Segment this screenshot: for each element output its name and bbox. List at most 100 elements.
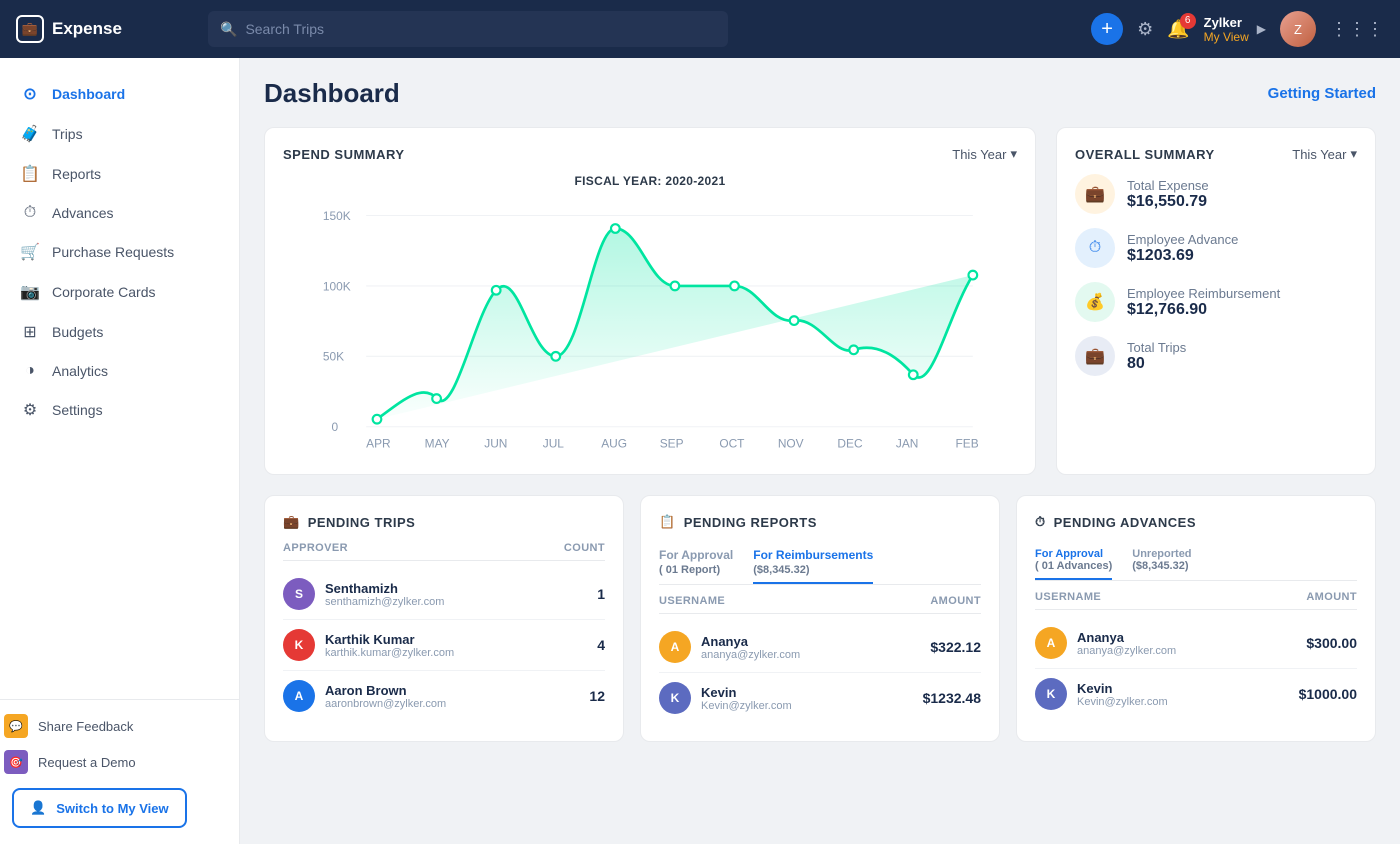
row-amount: $1000.00 bbox=[1299, 686, 1357, 702]
total-expense-info: Total Expense $16,550.79 bbox=[1127, 178, 1209, 211]
sidebar-label-trips: Trips bbox=[52, 126, 83, 142]
avatar: K bbox=[283, 629, 315, 661]
settings-button[interactable]: ⚙ bbox=[1137, 19, 1153, 40]
dashboard-icon: ⊙ bbox=[20, 84, 40, 104]
tab-advances-for-approval[interactable]: For Approval( 01 Advances) bbox=[1035, 542, 1112, 580]
logo-icon: 💼 bbox=[16, 15, 44, 43]
share-feedback-item[interactable]: 💬 Share Feedback bbox=[0, 708, 239, 744]
row-info: Aaron Brown aaronbrown@zylker.com bbox=[325, 683, 589, 710]
row-count: 12 bbox=[589, 688, 605, 704]
grid-icon[interactable]: ⋮⋮⋮ bbox=[1330, 19, 1384, 40]
app-body: ⊙ Dashboard 🧳 Trips 📋Reports⏱Advances🛒Purcha… bbox=[0, 58, 1400, 844]
total-trips-info: Total Trips 80 bbox=[1127, 340, 1186, 373]
pending-trips-title: 💼 PENDING TRIPS bbox=[283, 514, 605, 530]
search-icon: 🔍 bbox=[220, 21, 237, 38]
switch-view-button[interactable]: 👤 Switch to My View bbox=[12, 788, 187, 828]
sidebar-item-advances[interactable]: ⏱Advances bbox=[0, 194, 239, 232]
tab-advances-unreported[interactable]: Unreported($8,345.32) bbox=[1132, 542, 1191, 580]
sidebar-item-settings[interactable]: ⚙ Settings bbox=[0, 390, 239, 430]
spend-summary-header: SPEND SUMMARY This Year ▾ bbox=[283, 146, 1017, 162]
sidebar-divider bbox=[0, 699, 239, 700]
sidebar-item-purchase-requests[interactable]: 🛒Purchase Requests bbox=[0, 232, 239, 272]
row-count: 4 bbox=[597, 637, 605, 653]
total-trips-value: 80 bbox=[1127, 355, 1186, 373]
reports-icon: 📋 bbox=[20, 164, 40, 184]
sidebar-item-corporate-cards[interactable]: 📷 Corporate Cards bbox=[0, 272, 239, 312]
sidebar-item-analytics[interactable]: ◑Analytics bbox=[0, 352, 239, 390]
svg-text:50K: 50K bbox=[323, 350, 344, 364]
total-trips-label: Total Trips bbox=[1127, 340, 1186, 355]
user-view: My View bbox=[1204, 30, 1249, 44]
row-name: Kevin bbox=[701, 685, 923, 700]
app-logo: 💼 Expense bbox=[16, 15, 196, 43]
sidebar-label-purchase-requests: Purchase Requests bbox=[52, 244, 174, 260]
sidebar-label-settings: Settings bbox=[52, 402, 103, 418]
sidebar-item-trips[interactable]: 🧳 Trips bbox=[0, 114, 239, 154]
row-name: Aaron Brown bbox=[325, 683, 589, 698]
getting-started-link[interactable]: Getting Started bbox=[1268, 85, 1376, 102]
advances-col-amount: AMOUNT bbox=[1306, 591, 1357, 603]
spend-period-select[interactable]: This Year ▾ bbox=[952, 146, 1017, 162]
svg-text:JAN: JAN bbox=[896, 436, 918, 450]
page-title: Dashboard bbox=[264, 78, 400, 109]
advances-tabs: For Approval( 01 Advances) Unreported($8… bbox=[1035, 542, 1357, 581]
request-demo-label: Request a Demo bbox=[38, 755, 136, 770]
avatar[interactable]: Z bbox=[1280, 11, 1316, 47]
settings-icon: ⚙ bbox=[20, 400, 40, 420]
total-expense-value: $16,550.79 bbox=[1127, 193, 1209, 211]
request-demo-item[interactable]: 🎯 Request a Demo bbox=[0, 744, 239, 780]
table-row: K Karthik Kumar karthik.kumar@zylker.com… bbox=[283, 620, 605, 671]
row-info: Ananya ananya@zylker.com bbox=[1077, 630, 1306, 657]
overall-summary-title: OVERALL SUMMARY bbox=[1075, 147, 1215, 162]
analytics-icon: ◑ bbox=[20, 362, 40, 380]
row-info: Senthamizh senthamizh@zylker.com bbox=[325, 581, 597, 608]
fiscal-year-label: FISCAL YEAR: 2020-2021 bbox=[283, 174, 1017, 188]
row-email: ananya@zylker.com bbox=[701, 649, 930, 661]
sidebar-item-reports[interactable]: 📋Reports bbox=[0, 154, 239, 194]
sidebar-label-dashboard: Dashboard bbox=[52, 86, 125, 102]
row-name: Kevin bbox=[1077, 681, 1299, 696]
employee-reimbursement-value: $12,766.90 bbox=[1127, 301, 1280, 319]
table-row: A Ananya ananya@zylker.com $322.12 bbox=[659, 622, 981, 673]
row-email: senthamizh@zylker.com bbox=[325, 596, 597, 608]
row-name: Karthik Kumar bbox=[325, 632, 597, 647]
summary-items: 💼 Total Expense $16,550.79 ⏱ Employee Ad… bbox=[1075, 174, 1357, 376]
sidebar-item-budgets[interactable]: ⊞Budgets bbox=[0, 312, 239, 352]
row-name: Senthamizh bbox=[325, 581, 597, 596]
pending-reports-title: 📋 PENDING REPORTS bbox=[659, 514, 981, 530]
pending-advances-rows: A Ananya ananya@zylker.com $300.00 K Kev… bbox=[1035, 618, 1357, 719]
overall-period-label: This Year bbox=[1292, 147, 1346, 162]
notifications-button[interactable]: 🔔 6 bbox=[1167, 19, 1189, 40]
row-name: Ananya bbox=[701, 634, 930, 649]
row-amount: $322.12 bbox=[930, 639, 981, 655]
row2: 💼 PENDING TRIPS APPROVER COUNT S Sentham… bbox=[264, 495, 1376, 742]
row-email: karthik.kumar@zylker.com bbox=[325, 647, 597, 659]
table-row: K Kevin Kevin@zylker.com $1000.00 bbox=[1035, 669, 1357, 719]
pending-trips-rows: S Senthamizh senthamizh@zylker.com 1 K K… bbox=[283, 569, 605, 721]
search-bar[interactable]: 🔍 bbox=[208, 11, 728, 47]
total-expense-label: Total Expense bbox=[1127, 178, 1209, 193]
svg-text:100K: 100K bbox=[323, 279, 351, 293]
svg-text:SEP: SEP bbox=[660, 436, 684, 450]
sidebar-label-corporate-cards: Corporate Cards bbox=[52, 284, 156, 300]
tab-for-approval[interactable]: For Approval( 01 Report) bbox=[659, 542, 733, 584]
search-input[interactable] bbox=[245, 21, 716, 37]
corporate-cards-icon: 📷 bbox=[20, 282, 40, 302]
trips-icon: 🧳 bbox=[20, 124, 40, 144]
table-row: A Aaron Brown aaronbrown@zylker.com 12 bbox=[283, 671, 605, 721]
chevron-down-icon: ▾ bbox=[1010, 146, 1017, 162]
employee-reimbursement-icon: 💰 bbox=[1075, 282, 1115, 322]
tab-for-reimbursements[interactable]: For Reimbursements($8,345.32) bbox=[753, 542, 873, 584]
advances-icon: ⏱ bbox=[1035, 514, 1046, 530]
notification-badge: 6 bbox=[1180, 13, 1196, 29]
employee-advance-value: $1203.69 bbox=[1127, 247, 1238, 265]
share-feedback-label: Share Feedback bbox=[38, 719, 133, 734]
employee-advance-info: Employee Advance $1203.69 bbox=[1127, 232, 1238, 265]
overall-period-select[interactable]: This Year ▾ bbox=[1292, 146, 1357, 162]
sidebar-item-dashboard[interactable]: ⊙ Dashboard bbox=[0, 74, 239, 114]
svg-text:OCT: OCT bbox=[719, 436, 744, 450]
add-button[interactable]: + bbox=[1091, 13, 1123, 45]
row1: SPEND SUMMARY This Year ▾ FISCAL YEAR: 2… bbox=[264, 127, 1376, 475]
avatar: K bbox=[659, 682, 691, 714]
row-email: ananya@zylker.com bbox=[1077, 645, 1306, 657]
